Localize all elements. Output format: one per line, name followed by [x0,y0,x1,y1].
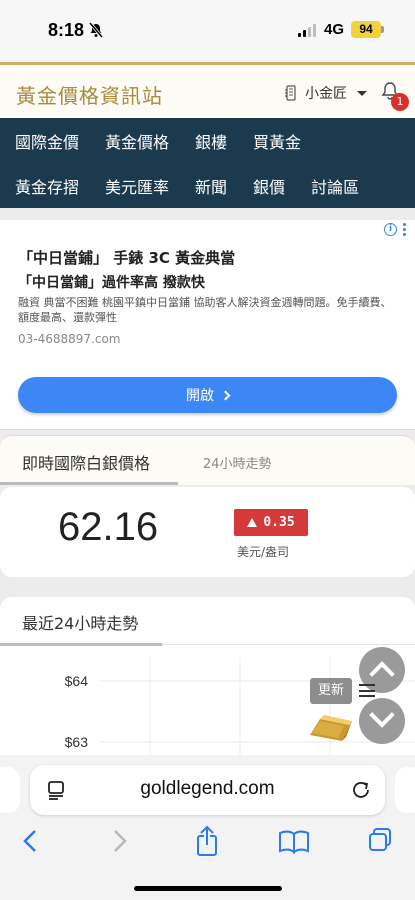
update-button[interactable]: 更新 [310,678,352,704]
status-bar: 8:18 4G 94 [0,0,415,62]
nav-item-buy-gold[interactable]: 買黃金 [238,129,312,153]
user-name: 小金匠 [305,86,347,102]
ad-description: 融資 典當不困難 桃園平鎮中日當鋪 協助客人解決資金週轉問題。免手續費、額度最高… [18,296,392,324]
ad-headline[interactable]: 「中日當鋪」 手錶 3C 黃金典當 [18,247,235,268]
price-change-value: 0.35 [263,515,295,530]
price-card: 62.16 0.35 美元/盎司 [0,487,415,577]
nav-item-usd-rate[interactable]: 美元匯率 [90,174,180,198]
browser-toolbar [0,825,415,900]
ad-open-button[interactable]: 開啟 [18,377,397,413]
arrow-up-icon [247,518,258,527]
site-header: 黃金價格資訊站 小金匠 1 [0,62,415,118]
network-type: 4G [324,21,345,38]
status-time: 8:18 [48,20,85,40]
address-field[interactable]: goldlegend.com [30,765,385,815]
scroll-down-button[interactable] [359,698,405,744]
chart-divider [162,644,415,645]
nav-row-1: 國際金價 黃金價格 銀樓 買黃金 [0,118,312,163]
ad-open-label: 開啟 [186,388,214,404]
nav-item-silver-price[interactable]: 銀價 [238,174,296,198]
reload-icon[interactable] [350,779,372,801]
previous-tab-preview[interactable] [0,767,20,813]
nav-item-international-gold[interactable]: 國際金價 [0,129,90,153]
silver-price-value: 62.16 [58,505,159,549]
bell-muted-icon [88,22,104,38]
tab-active-indicator [0,482,178,485]
nav-item-forum[interactable]: 討論區 [296,174,370,198]
next-tab-preview[interactable] [395,767,415,813]
forward-icon[interactable] [100,825,140,857]
url-text: goldlegend.com [140,778,275,799]
price-change-badge: 0.35 [234,509,308,536]
y-tick-label: $63 [65,734,89,750]
site-title[interactable]: 黃金價格資訊站 [16,80,163,109]
nav-item-news[interactable]: 新聞 [180,174,238,198]
bookmarks-icon[interactable] [274,825,314,857]
price-tabs: 即時國際白銀價格 24小時走勢 [0,435,415,485]
chevron-down-icon [369,702,395,728]
main-nav: 國際金價 黃金價格 銀樓 買黃金 黃金存摺 美元匯率 新聞 銀價 討論區 [0,118,415,208]
tabs-icon[interactable] [361,825,401,857]
share-icon[interactable] [187,825,227,857]
chart-title: 最近24小時走勢 [22,614,139,633]
gold-bar-icon[interactable] [306,705,354,745]
home-indicator [134,886,282,891]
nav-item-jewelry-store[interactable]: 銀樓 [180,129,238,153]
more-options-icon[interactable] [403,223,407,236]
ad-subheadline[interactable]: 「中日當鋪」過件率高 撥款快 [18,272,205,292]
battery-tip [381,26,384,33]
nav-item-gold-passbook[interactable]: 黃金存摺 [0,174,90,198]
menu-icon[interactable] [359,684,375,697]
user-menu[interactable]: 小金匠 [285,83,367,103]
chevron-right-icon [220,390,231,400]
battery-icon: 94 [351,21,381,38]
price-unit: 美元/盎司 [237,545,290,559]
nav-row-2: 黃金存摺 美元匯率 新聞 銀價 討論區 [0,163,370,208]
browser-url-bar: goldlegend.com [0,755,415,825]
user-icon [285,85,296,101]
signal-icon [298,24,316,37]
chevron-down-icon [357,90,367,96]
ad-phone: 03-4688897.com [18,332,121,346]
chevron-up-icon [369,661,395,687]
chart-title-underline [0,643,162,646]
info-icon[interactable]: i [384,223,397,236]
y-tick-label: $64 [65,673,89,689]
ad-banner[interactable]: i 「中日當鋪」 手錶 3C 黃金典當 「中日當鋪」過件率高 撥款快 融資 典當… [0,220,415,430]
tab-realtime-silver[interactable]: 即時國際白銀價格 [22,450,150,474]
notification-badge: 1 [391,93,409,111]
tab-24h-trend[interactable]: 24小時走勢 [203,453,272,472]
nav-item-gold-price[interactable]: 黃金價格 [90,129,180,153]
back-icon[interactable] [10,825,50,857]
